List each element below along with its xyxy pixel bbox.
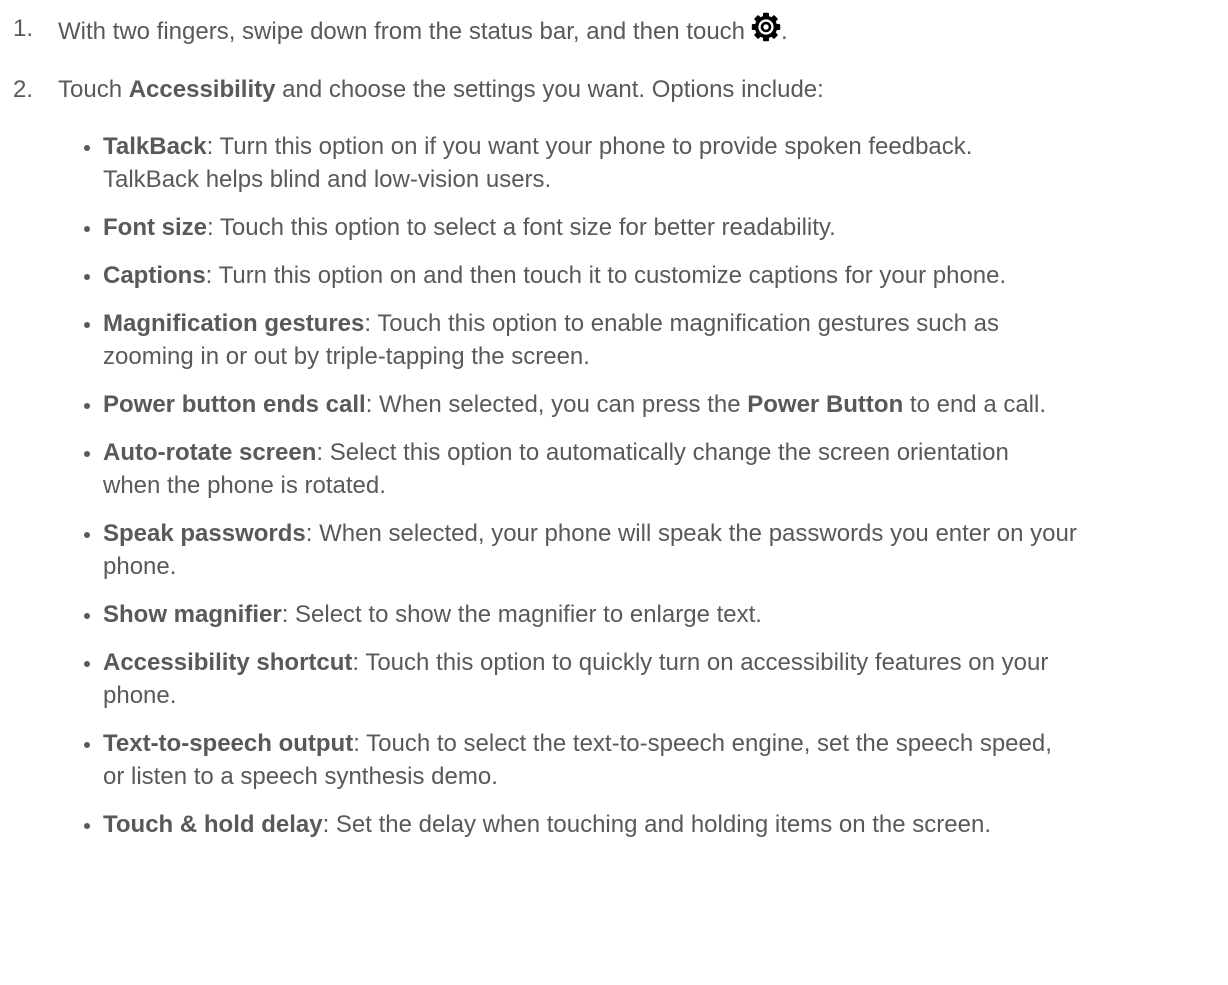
option-text: : Touch this option to quickly turn on a…: [352, 649, 1049, 676]
step-number: 1.: [13, 15, 34, 42]
option-name: Text-to-speech output: [103, 730, 354, 757]
option-name: Auto-rotate screen: [103, 439, 317, 466]
option-text: : When selected, you can press the: [365, 391, 748, 418]
option-text-after: to end a call.: [903, 391, 1047, 418]
option-line: or listen to a speech synthesis demo.: [103, 763, 498, 790]
step-2: 2. Touch Accessibility and choose the se…: [13, 73, 824, 106]
option-talkback: TalkBack: Turn this option on if you wan…: [83, 130, 1223, 196]
option-line: Accessibility shortcut: Touch this optio…: [103, 646, 1223, 679]
option-magnification-gestures: Magnification gestures: Touch this optio…: [83, 307, 1223, 373]
option-text: : Touch this option to enable magnificat…: [364, 310, 999, 337]
option-line: Touch & hold delay: Set the delay when t…: [103, 808, 1223, 841]
option-line: TalkBack helps blind and low-vision user…: [103, 166, 552, 193]
step-text: Touch Accessibility and choose the setti…: [58, 73, 824, 106]
step-number: 2.: [13, 76, 34, 103]
option-captions: Captions: Turn this option on and then t…: [83, 259, 1223, 292]
step-1-end: .: [781, 18, 788, 45]
option-line: phone.: [103, 553, 177, 580]
step-1: 1. With two fingers, swipe down from the…: [13, 12, 788, 48]
option-touch-hold-delay: Touch & hold delay: Set the delay when t…: [83, 808, 1223, 841]
option-line: Speak passwords: When selected, your pho…: [103, 517, 1223, 550]
step-text: With two fingers, swipe down from the st…: [58, 12, 788, 48]
option-name: Captions: [103, 262, 206, 289]
option-text: : Touch this option to select a font siz…: [207, 214, 836, 241]
option-text: : Set the delay when touching and holdin…: [322, 811, 991, 838]
option-show-magnifier: Show magnifier: Select to show the magni…: [83, 598, 1223, 631]
settings-gear-icon: [751, 12, 781, 42]
option-line: Auto-rotate screen: Select this option t…: [103, 436, 1223, 469]
option-line: Show magnifier: Select to show the magni…: [103, 598, 1223, 631]
option-line: phone.: [103, 682, 177, 709]
option-line: Text-to-speech output: Touch to select t…: [103, 727, 1223, 760]
step-2-bold: Accessibility: [128, 76, 276, 103]
option-line: Font size: Touch this option to select a…: [103, 211, 1223, 244]
option-text-to-speech-output: Text-to-speech output: Touch to select t…: [83, 727, 1223, 793]
option-text: : Select this option to automatically ch…: [316, 439, 1009, 466]
step-1-text: With two fingers, swipe down from the st…: [58, 18, 746, 45]
option-line: TalkBack: Turn this option on if you wan…: [103, 130, 1223, 163]
option-text: : When selected, your phone will speak t…: [305, 520, 1077, 547]
option-name: Show magnifier: [103, 601, 282, 628]
option-line: Magnification gestures: Touch this optio…: [103, 307, 1223, 340]
option-text: : Select to show the magnifier to enlarg…: [281, 601, 762, 628]
option-name: Power button ends call: [103, 391, 366, 418]
option-auto-rotate-screen: Auto-rotate screen: Select this option t…: [83, 436, 1223, 502]
option-name: Accessibility shortcut: [103, 649, 353, 676]
option-name: Font size: [103, 214, 208, 241]
options-list: TalkBack: Turn this option on if you wan…: [83, 130, 1223, 856]
option-speak-passwords: Speak passwords: When selected, your pho…: [83, 517, 1223, 583]
option-line: Power button ends call: When selected, y…: [103, 388, 1223, 421]
option-name: Touch & hold delay: [103, 811, 323, 838]
option-name: TalkBack: [103, 133, 207, 160]
option-power-button-ends-call: Power button ends call: When selected, y…: [83, 388, 1223, 421]
option-line: when the phone is rotated.: [103, 472, 386, 499]
option-accessibility-shortcut: Accessibility shortcut: Touch this optio…: [83, 646, 1223, 712]
option-line: Captions: Turn this option on and then t…: [103, 259, 1223, 292]
step-2-text-before: Touch: [58, 76, 129, 103]
option-text: : Turn this option on if you want your p…: [206, 133, 973, 160]
option-name: Magnification gestures: [103, 310, 365, 337]
option-text: : Turn this option on and then touch it …: [205, 262, 1007, 289]
option-line: zooming in or out by triple-tapping the …: [103, 343, 590, 370]
option-text: : Touch to select the text-to-speech eng…: [353, 730, 1052, 757]
power-button-label: Power Button: [747, 391, 904, 418]
option-font-size: Font size: Touch this option to select a…: [83, 211, 1223, 244]
option-name: Speak passwords: [103, 520, 306, 547]
step-2-text-after: and choose the settings you want. Option…: [275, 76, 824, 103]
